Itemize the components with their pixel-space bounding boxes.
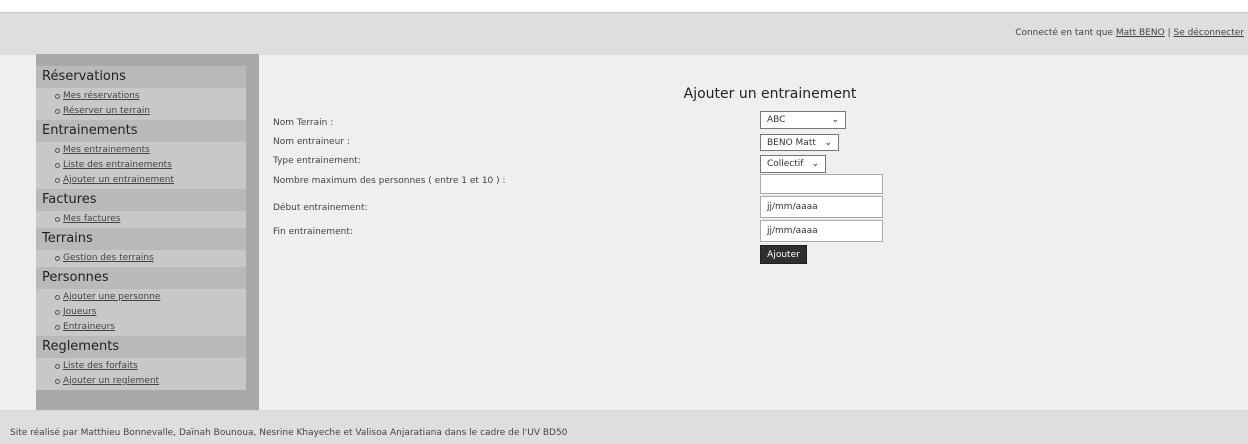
sidebar-link-mes-reservations[interactable]: Mes réservations: [63, 91, 140, 101]
sidebar-link-ajouter-entrainement[interactable]: Ajouter un entrainement: [63, 175, 174, 185]
terrain-select[interactable]: ABC ⌄: [760, 111, 846, 129]
sidebar-link-joueurs[interactable]: Joueurs: [63, 307, 97, 317]
sidebar-link-liste-entrainements[interactable]: Liste des entrainements: [63, 160, 172, 170]
end-date-placeholder: jj/mm/aaaa: [767, 226, 818, 236]
sidebar-item-joueurs: Joueurs: [36, 305, 246, 320]
end-date-input[interactable]: jj/mm/aaaa: [760, 220, 883, 242]
submit-button[interactable]: Ajouter: [760, 245, 807, 264]
sidebar-item-ajouter-entrainement: Ajouter un entrainement: [36, 173, 246, 188]
sidebar-link-ajouter-personne[interactable]: Ajouter une personne: [63, 292, 160, 302]
page-title: Ajouter un entrainement: [683, 86, 857, 102]
sidebar-link-ajouter-reglement[interactable]: Ajouter un reglement: [63, 376, 159, 386]
sidebar-item-ajouter-reglement: Ajouter un reglement: [36, 374, 246, 389]
sidebar-item-entraineurs: Entraineurs: [36, 320, 246, 335]
footer: Site réalisé par Matthieu Bonnevalle, Da…: [0, 410, 1248, 444]
end-date-label: Fin entrainement:: [273, 227, 353, 237]
user-status: Connecté en tant que Matt BENO | Se déco…: [1015, 28, 1244, 38]
type-select[interactable]: Collectif ⌄: [760, 155, 826, 173]
sidebar-item-mes-entrainements: Mes entrainements: [36, 143, 246, 158]
sidebar-link-mes-factures[interactable]: Mes factures: [63, 214, 120, 224]
coach-select[interactable]: BENO Matt ⌄: [760, 134, 839, 151]
sidebar-item-mes-reservations: Mes réservations: [36, 89, 246, 104]
start-date-input[interactable]: jj/mm/aaaa: [760, 196, 883, 218]
type-label: Type entrainement:: [273, 156, 361, 166]
sidebar-section-reglements: Reglements: [36, 336, 246, 358]
user-profile-link[interactable]: Matt BENO: [1116, 28, 1165, 38]
terrain-label: Nom Terrain :: [273, 118, 334, 128]
sidebar-item-reserver-terrain: Réserver un terrain: [36, 104, 246, 119]
sidebar-link-entraineurs[interactable]: Entraineurs: [63, 322, 115, 332]
sidebar-link-reserver-terrain[interactable]: Réserver un terrain: [63, 106, 150, 116]
sidebar-list-entrainements: Mes entrainements Liste des entrainement…: [36, 142, 246, 189]
chevron-down-icon: ⌄: [831, 115, 839, 125]
sidebar-list-terrains: Gestion des terrains: [36, 250, 246, 267]
footer-credits: Site réalisé par Matthieu Bonnevalle, Da…: [10, 428, 568, 438]
sidebar-item-ajouter-personne: Ajouter une personne: [36, 290, 246, 305]
header-bar: Connecté en tant que Matt BENO | Se déco…: [0, 12, 1248, 55]
sidebar-item-gestion-terrains: Gestion des terrains: [36, 251, 246, 266]
sidebar-section-personnes: Personnes: [36, 267, 246, 289]
sidebar-item-liste-forfaits: Liste des forfaits: [36, 359, 246, 374]
sidebar-section-entrainements: Entrainements: [36, 120, 246, 142]
sidebar-list-reservations: Mes réservations Réserver un terrain: [36, 88, 246, 120]
sidebar-link-gestion-terrains[interactable]: Gestion des terrains: [63, 253, 154, 263]
sidebar-link-mes-entrainements[interactable]: Mes entrainements: [63, 145, 150, 155]
connected-label: Connecté en tant que: [1015, 28, 1116, 38]
sidebar-section-factures: Factures: [36, 189, 246, 211]
sidebar-list-reglements: Liste des forfaits Ajouter un reglement: [36, 358, 246, 390]
sidebar-list-personnes: Ajouter une personne Joueurs Entraineurs: [36, 289, 246, 336]
coach-label: Nom entraineur :: [273, 137, 350, 147]
sidebar-section-terrains: Terrains: [36, 228, 246, 250]
max-persons-label: Nombre maximum des personnes ( entre 1 e…: [273, 176, 506, 186]
sidebar-item-liste-entrainements: Liste des entrainements: [36, 158, 246, 173]
type-select-value: Collectif: [767, 159, 804, 169]
coach-select-value: BENO Matt: [767, 138, 816, 148]
start-date-placeholder: jj/mm/aaaa: [767, 202, 818, 212]
sidebar-section-reservations: Réservations: [36, 66, 246, 88]
top-spacer: [0, 0, 1248, 12]
main-content: Ajouter un entrainement Nom Terrain : AB…: [260, 54, 1248, 410]
sidebar-list-factures: Mes factures: [36, 211, 246, 228]
logout-link[interactable]: Se déconnecter: [1174, 28, 1244, 38]
sidebar-item-mes-factures: Mes factures: [36, 212, 246, 227]
terrain-select-value: ABC: [767, 115, 786, 125]
max-persons-input[interactable]: [760, 174, 883, 194]
chevron-down-icon: ⌄: [811, 159, 819, 169]
sidebar-nav: Réservations Mes réservations Réserver u…: [36, 66, 246, 390]
chevron-down-icon: ⌄: [824, 138, 832, 148]
user-separator: |: [1164, 28, 1174, 38]
sidebar-link-liste-forfaits[interactable]: Liste des forfaits: [63, 361, 138, 371]
start-date-label: Début entrainement:: [273, 203, 368, 213]
